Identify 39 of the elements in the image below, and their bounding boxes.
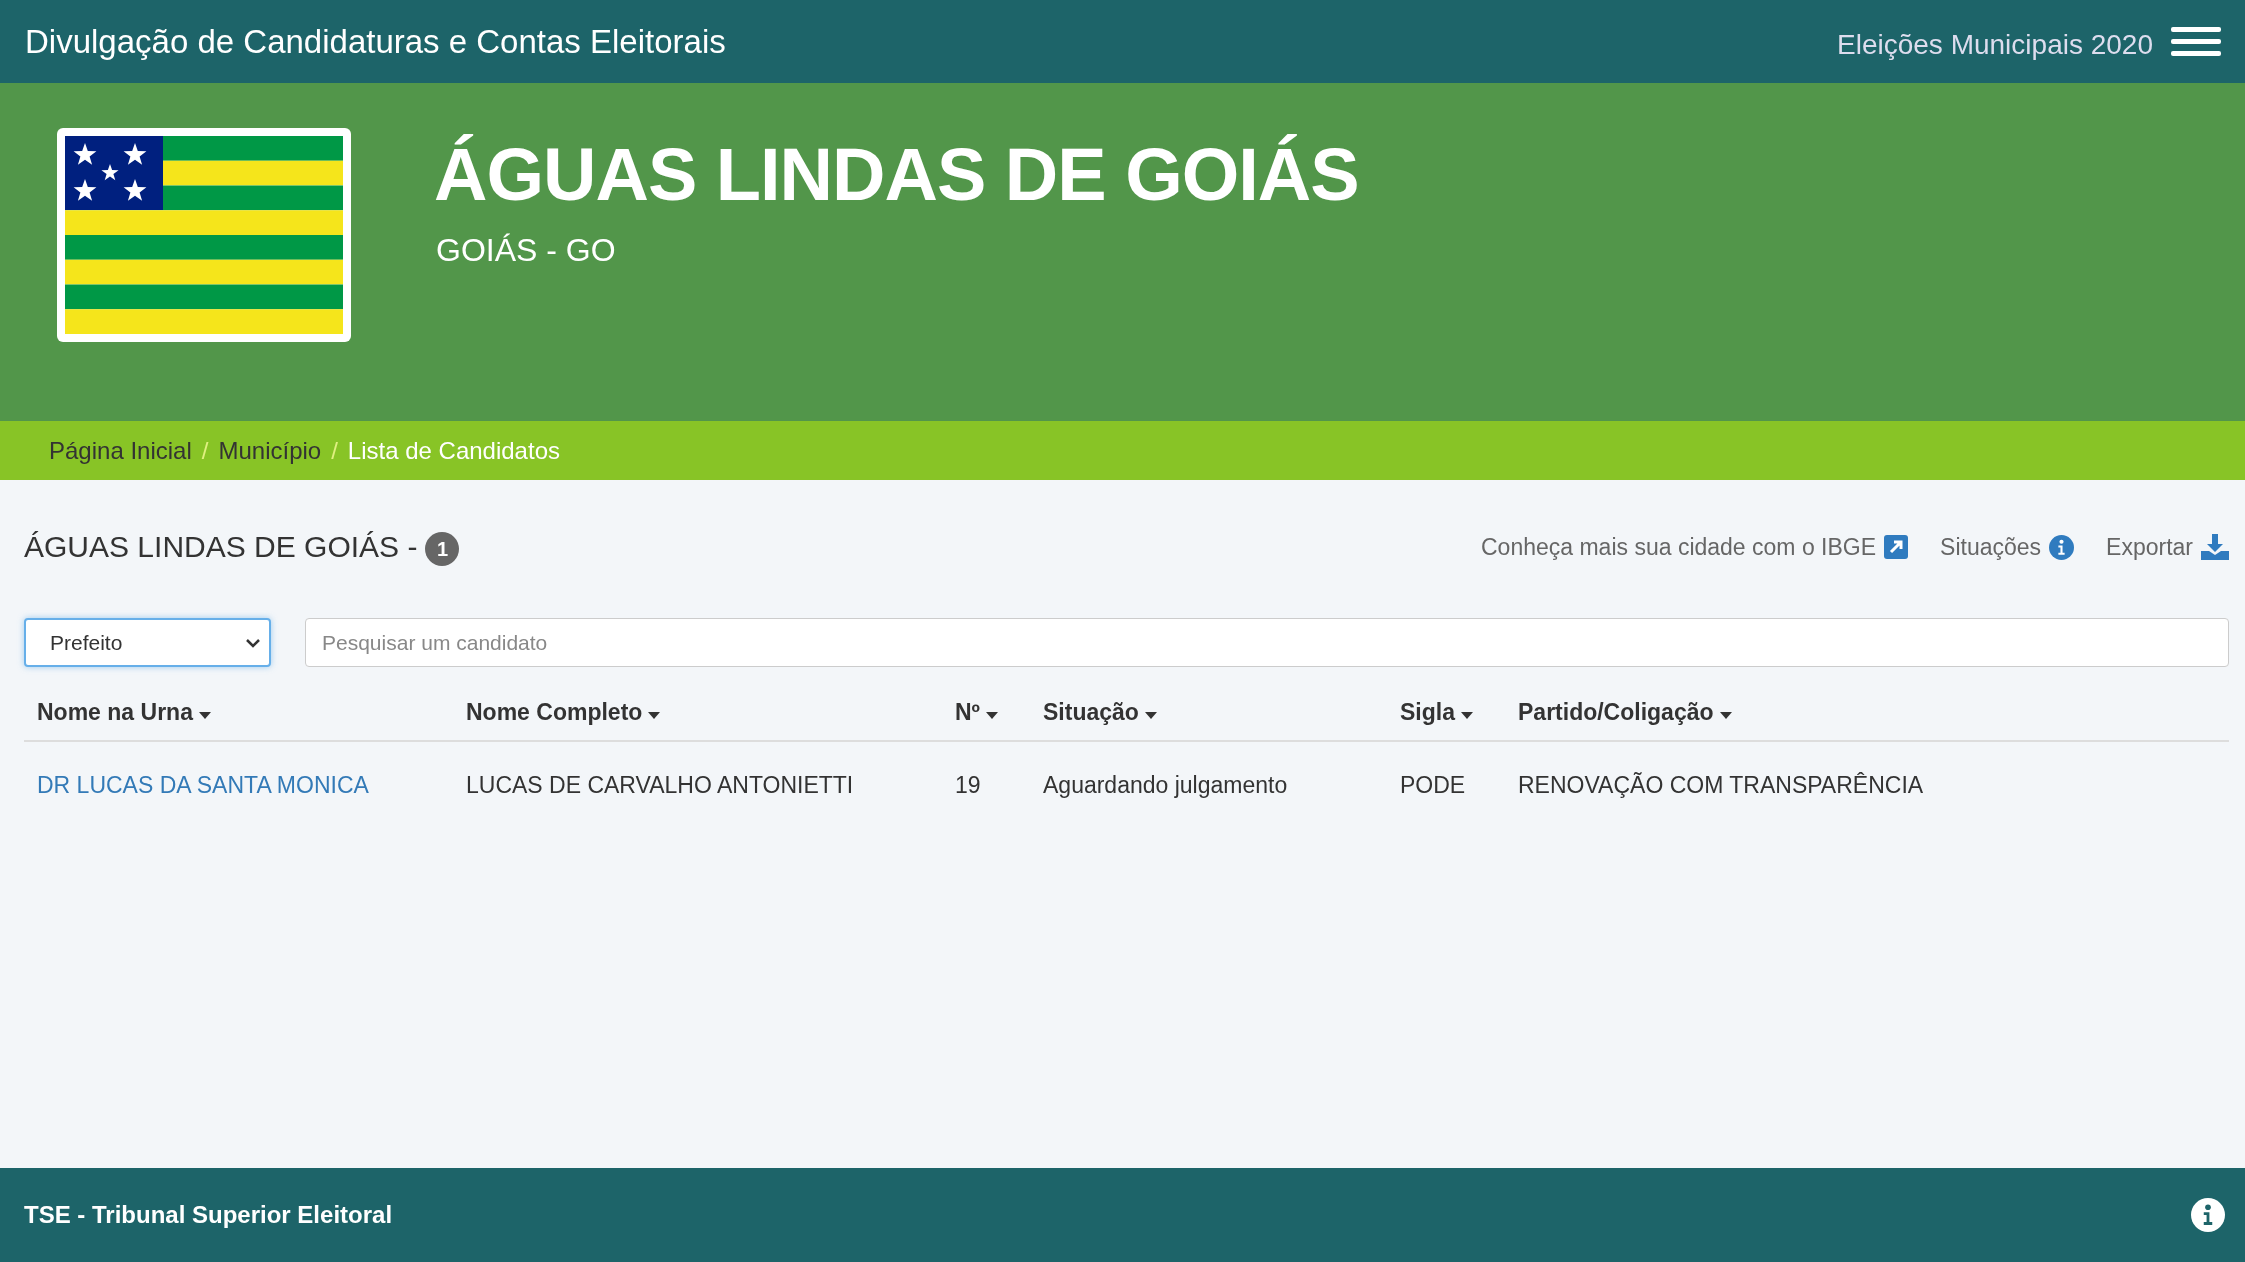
caret-down-icon bbox=[1460, 712, 1473, 719]
table-cell: RENOVAÇÃO COM TRANSPARÊNCIA bbox=[1518, 772, 1924, 798]
info-icon bbox=[2049, 534, 2075, 560]
column-header[interactable]: Nº bbox=[955, 699, 998, 726]
column-header[interactable]: Sigla bbox=[1400, 699, 1473, 726]
info-icon[interactable] bbox=[2191, 1198, 2225, 1232]
breadcrumb-separator: / bbox=[331, 436, 338, 465]
candidate-link[interactable]: DR LUCAS DA SANTA MONICA bbox=[37, 772, 369, 798]
office-dropdown[interactable]: Prefeito bbox=[24, 618, 271, 667]
caret-down-icon bbox=[198, 712, 211, 719]
table-cell: PODE bbox=[1400, 772, 1466, 798]
breadcrumb-link[interactable]: Página Inicial bbox=[49, 436, 192, 465]
column-header[interactable]: Partido/Coligação bbox=[1518, 699, 1732, 726]
election-label: Eleições Municipais 2020 bbox=[1837, 28, 2153, 61]
table-cell: Aguardando julgamento bbox=[1043, 772, 1288, 798]
column-header[interactable]: Situação bbox=[1043, 699, 1157, 726]
download-icon bbox=[2201, 534, 2229, 560]
footer-text: TSE - Tribunal Superior Eleitoral bbox=[24, 1201, 393, 1229]
column-header[interactable]: Nome na Urna bbox=[37, 699, 211, 726]
toolbar-link[interactable]: Exportar bbox=[2106, 533, 2229, 561]
breadcrumb-separator: / bbox=[201, 436, 209, 465]
breadcrumb-link[interactable]: Município bbox=[218, 436, 322, 465]
column-header[interactable]: Nome Completo bbox=[466, 699, 661, 726]
caret-down-icon bbox=[986, 712, 998, 719]
toolbar-link[interactable]: Conheça mais sua cidade com o IBGE bbox=[1481, 533, 1909, 561]
toolbar-link[interactable]: Situações bbox=[1940, 533, 2075, 561]
caret-down-icon bbox=[1719, 712, 1732, 719]
page-title: ÁGUAS LINDAS DE GOIÁS - bbox=[24, 530, 418, 564]
external-link-icon bbox=[1884, 535, 1909, 559]
menu-icon[interactable] bbox=[2171, 26, 2221, 57]
table-cell: LUCAS DE CARVALHO ANTONIETTI bbox=[466, 772, 854, 798]
state-name: GOIÁS - GO bbox=[436, 232, 617, 269]
caret-down-icon bbox=[648, 712, 661, 719]
site-title: Divulgação de Candidaturas e Contas Eleitorais bbox=[25, 22, 726, 61]
search-field[interactable]: Pesquisar um candidato bbox=[305, 618, 2229, 667]
table-cell: 19 bbox=[955, 772, 981, 798]
caret-down-icon bbox=[1144, 712, 1157, 719]
chevron-down-icon bbox=[245, 637, 261, 648]
count-badge: 1 bbox=[425, 532, 460, 566]
